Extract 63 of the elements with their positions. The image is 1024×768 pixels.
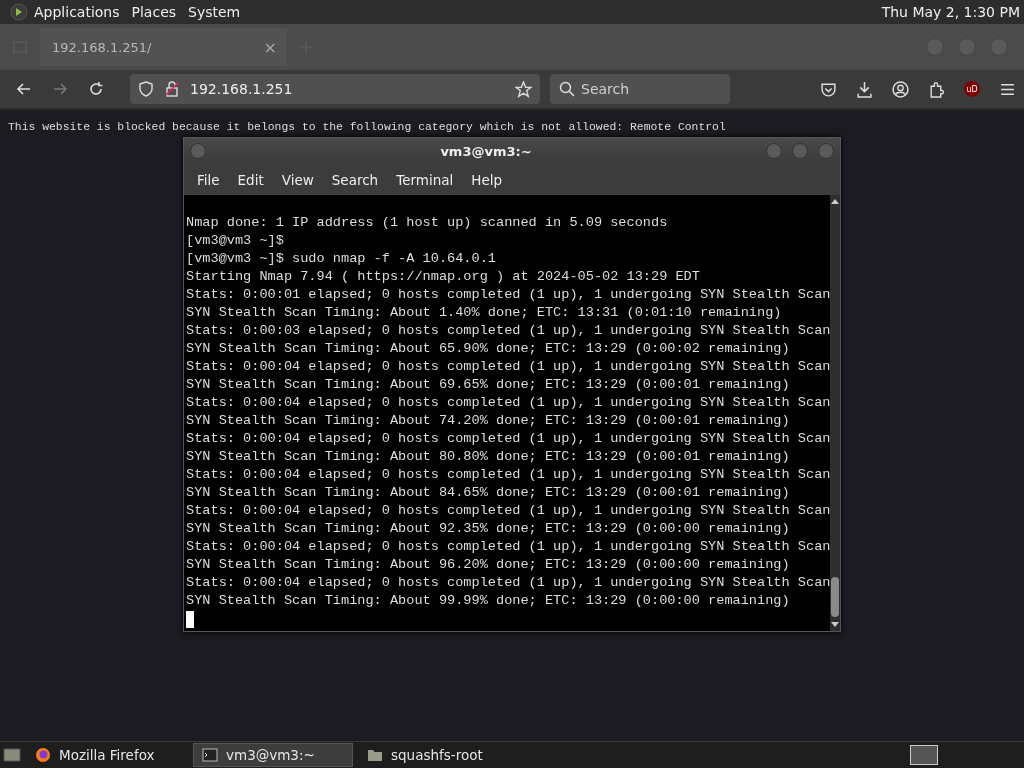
reload-icon[interactable] bbox=[88, 81, 104, 97]
terminal-line: Stats: 0:00:03 elapsed; 0 hosts completed (1 up), 1 undergoing SYN Stealth Scan bbox=[186, 322, 831, 340]
account-icon[interactable] bbox=[892, 80, 909, 98]
panel-menu[interactable]: System bbox=[188, 4, 241, 20]
distro-logo-icon[interactable] bbox=[10, 3, 28, 21]
terminal-line: [vm3@vm3 ~]$ sudo nmap -f -A 10.64.0.1 bbox=[186, 250, 497, 268]
terminal-menu[interactable]: Search bbox=[322, 171, 388, 188]
browser-icon bbox=[35, 747, 51, 763]
scroll-up-icon[interactable] bbox=[830, 197, 841, 205]
terminal-line: SYN Stealth Scan Timing: About 74.20% done; ETC: 13:29 (0:00:01 remaining) bbox=[186, 412, 791, 430]
terminal-line: Nmap done: 1 IP address (1 host up) scanned in 5.09 seconds bbox=[186, 214, 669, 232]
terminal-menu[interactable]: Terminal bbox=[387, 171, 463, 188]
text-cursor bbox=[186, 611, 194, 628]
terminal-line: Stats: 0:00:04 elapsed; 0 hosts completed (1 up), 1 undergoing SYN Stealth Scan bbox=[186, 358, 831, 376]
puzzle-icon[interactable] bbox=[928, 80, 945, 98]
terminal-line: SYN Stealth Scan Timing: About 65.90% done; ETC: 13:29 (0:00:02 remaining) bbox=[186, 340, 791, 358]
shield-icon[interactable] bbox=[138, 81, 154, 97]
download-icon[interactable] bbox=[856, 80, 873, 98]
address-bar[interactable]: 192.168.1.251 bbox=[130, 74, 540, 104]
terminal-line: SYN Stealth Scan Timing: About 96.20% done; ETC: 13:29 (0:00:00 remaining) bbox=[186, 556, 791, 574]
terminal-menu[interactable]: File bbox=[188, 171, 229, 188]
clock: Thu May 2, 1:30 PM bbox=[881, 4, 1020, 20]
terminal-line: SYN Stealth Scan Timing: About 69.65% done; ETC: 13:29 (0:00:01 remaining) bbox=[186, 376, 791, 394]
back-icon[interactable] bbox=[16, 81, 32, 97]
blocked-message: This website is blocked because it belongs to the following category which is not allowed: Remote Control bbox=[7, 120, 727, 133]
terminal-menu[interactable]: Edit bbox=[228, 171, 273, 188]
terminal-line: Stats: 0:00:04 elapsed; 0 hosts completed (1 up), 1 undergoing SYN Stealth Scan bbox=[186, 430, 831, 448]
scroll-thumb[interactable] bbox=[831, 577, 840, 617]
terminal-line: Stats: 0:00:04 elapsed; 0 hosts completed (1 up), 1 undergoing SYN Stealth Scan bbox=[186, 538, 831, 556]
taskbar-item[interactable]: vm3@vm3:~ bbox=[193, 743, 353, 767]
search-field[interactable]: Search bbox=[550, 74, 730, 104]
scrollbar[interactable] bbox=[830, 195, 841, 631]
terminal-menu[interactable]: View bbox=[272, 171, 323, 188]
extension-badge[interactable]: uD bbox=[964, 81, 980, 97]
scroll-down-icon[interactable] bbox=[830, 621, 841, 629]
star-icon[interactable] bbox=[515, 80, 532, 98]
workspace-switcher[interactable] bbox=[910, 745, 938, 765]
terminal-line: SYN Stealth Scan Timing: About 92.35% done; ETC: 13:29 (0:00:00 remaining) bbox=[186, 520, 791, 538]
terminal-line: SYN Stealth Scan Timing: About 99.99% done; ETC: 13:29 (0:00:00 remaining) bbox=[186, 592, 791, 610]
show-desktop-icon[interactable] bbox=[3, 747, 21, 763]
terminal-icon bbox=[202, 747, 218, 763]
taskbar-item[interactable]: Mozilla Firefox bbox=[27, 743, 187, 767]
terminal-line: Stats: 0:00:01 elapsed; 0 hosts completed (1 up), 1 undergoing SYN Stealth Scan bbox=[186, 286, 831, 304]
terminal-line: Stats: 0:00:04 elapsed; 0 hosts completed (1 up), 1 undergoing SYN Stealth Scan bbox=[186, 466, 831, 484]
taskbar-item[interactable]: squashfs-root bbox=[359, 743, 519, 767]
terminal-menu[interactable]: Help bbox=[462, 171, 512, 188]
terminal-line: SYN Stealth Scan Timing: About 84.65% done; ETC: 13:29 (0:00:01 remaining) bbox=[186, 484, 791, 502]
pocket-icon[interactable] bbox=[820, 80, 837, 98]
window-title: vm3@vm3:~ bbox=[439, 143, 533, 159]
panel-menu[interactable]: Places bbox=[131, 4, 177, 20]
folder-icon bbox=[367, 747, 383, 763]
terminal-line: SYN Stealth Scan Timing: About 80.80% done; ETC: 13:29 (0:00:01 remaining) bbox=[186, 448, 791, 466]
terminal-line: Stats: 0:00:04 elapsed; 0 hosts completed (1 up), 1 undergoing SYN Stealth Scan bbox=[186, 394, 831, 412]
terminal-line: Stats: 0:00:04 elapsed; 0 hosts completed (1 up), 1 undergoing SYN Stealth Scan bbox=[186, 502, 831, 520]
terminal-line: SYN Stealth Scan Timing: About 1.40% done; ETC: 13:31 (0:01:10 remaining) bbox=[186, 304, 783, 322]
insecure-lock-icon[interactable] bbox=[164, 81, 180, 97]
browser-tab[interactable]: 192.168.1.251/ × bbox=[40, 28, 287, 66]
panel-menu[interactable]: Applications bbox=[34, 4, 120, 20]
terminal-line: [vm3@vm3 ~]$ bbox=[186, 232, 285, 250]
forward-icon[interactable] bbox=[52, 81, 68, 97]
terminal-line: Starting Nmap 7.94 ( https://nmap.org ) at 2024-05-02 13:29 EDT bbox=[186, 268, 701, 286]
search-icon bbox=[559, 81, 575, 97]
terminal-line: Stats: 0:00:04 elapsed; 0 hosts completed (1 up), 1 undergoing SYN Stealth Scan bbox=[186, 574, 831, 592]
